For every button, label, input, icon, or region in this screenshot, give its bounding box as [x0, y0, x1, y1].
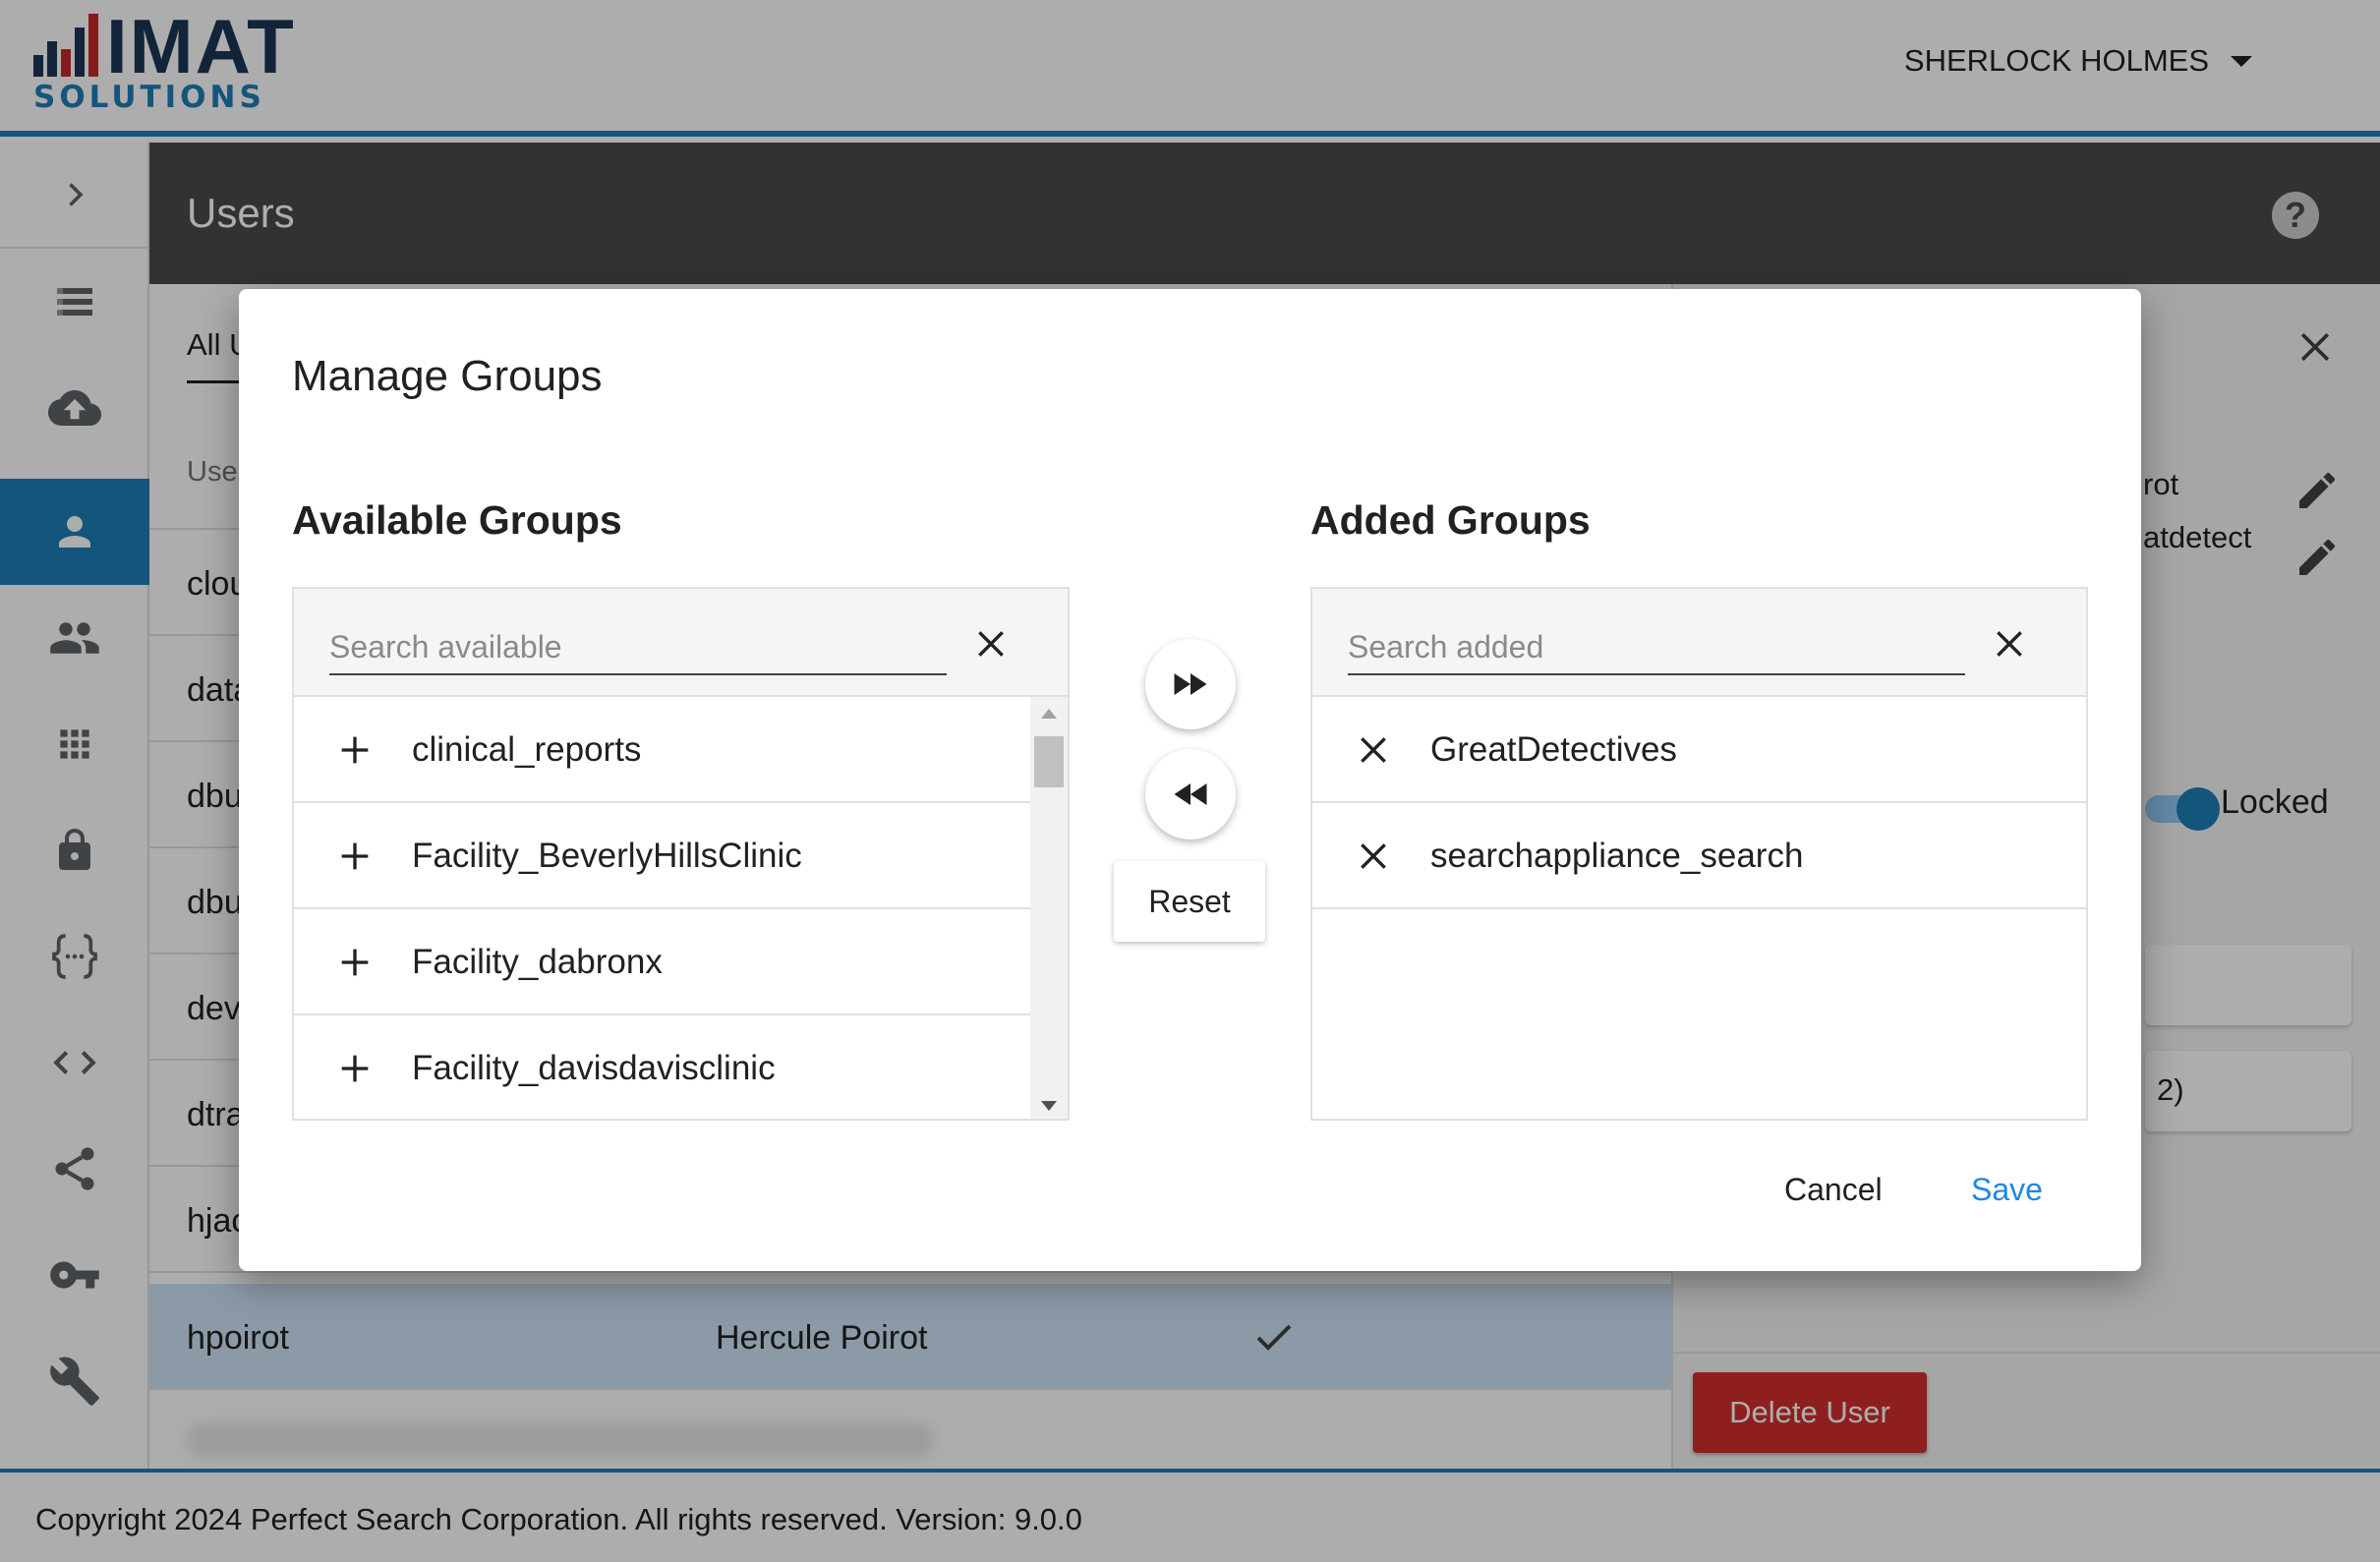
- add-icon[interactable]: [335, 730, 375, 770]
- fast-forward-icon: [1174, 673, 1207, 695]
- add-icon[interactable]: [335, 1049, 375, 1088]
- rewind-icon: [1174, 783, 1207, 805]
- search-added-input[interactable]: [1348, 620, 1965, 675]
- available-group-item[interactable]: clinical_reports: [294, 697, 1068, 803]
- remove-icon[interactable]: [1354, 730, 1393, 770]
- available-group-label: Facility_davisdavisclinic: [412, 1049, 776, 1087]
- scroll-down-arrow-icon[interactable]: [1041, 1101, 1057, 1111]
- added-groups-list: GreatDetectives searchappliance_search: [1310, 587, 2088, 1121]
- added-group-label: GreatDetectives: [1430, 730, 1677, 769]
- manage-groups-dialog: Manage Groups Available Groups clinical_…: [239, 289, 2141, 1271]
- available-group-item[interactable]: Facility_dabronx: [294, 909, 1068, 1015]
- available-group-label: clinical_reports: [412, 730, 642, 769]
- add-all-button[interactable]: [1145, 639, 1236, 729]
- scroll-up-arrow-icon[interactable]: [1041, 709, 1057, 719]
- added-group-label: searchappliance_search: [1430, 837, 1804, 875]
- available-groups-list: clinical_reports Facility_BeverlyHillsCl…: [292, 587, 1070, 1121]
- remove-icon[interactable]: [1354, 837, 1393, 876]
- scrollbar-thumb[interactable]: [1034, 736, 1064, 787]
- added-groups-heading: Added Groups: [1310, 497, 1591, 543]
- save-button[interactable]: Save: [1971, 1160, 2043, 1219]
- clear-available-search-icon[interactable]: [971, 624, 1011, 664]
- available-group-label: Facility_dabronx: [412, 943, 663, 981]
- added-search-bar: [1312, 589, 2086, 697]
- available-search-bar: [294, 589, 1068, 697]
- cancel-button[interactable]: Cancel: [1784, 1160, 1883, 1219]
- available-group-item[interactable]: Facility_BeverlyHillsClinic: [294, 803, 1068, 909]
- available-groups-heading: Available Groups: [292, 497, 622, 543]
- available-group-item[interactable]: Facility_davisdavisclinic: [294, 1015, 1068, 1119]
- search-available-input[interactable]: [329, 620, 947, 675]
- reset-button[interactable]: Reset: [1114, 861, 1265, 942]
- available-list-scrollbar[interactable]: [1030, 697, 1068, 1119]
- dialog-title: Manage Groups: [292, 352, 603, 400]
- available-group-label: Facility_BeverlyHillsClinic: [412, 837, 802, 875]
- remove-all-button[interactable]: [1145, 749, 1236, 839]
- added-group-item[interactable]: searchappliance_search: [1312, 803, 2086, 909]
- clear-added-search-icon[interactable]: [1990, 624, 2029, 664]
- add-icon[interactable]: [335, 837, 375, 876]
- add-icon[interactable]: [335, 943, 375, 982]
- added-group-item[interactable]: GreatDetectives: [1312, 697, 2086, 803]
